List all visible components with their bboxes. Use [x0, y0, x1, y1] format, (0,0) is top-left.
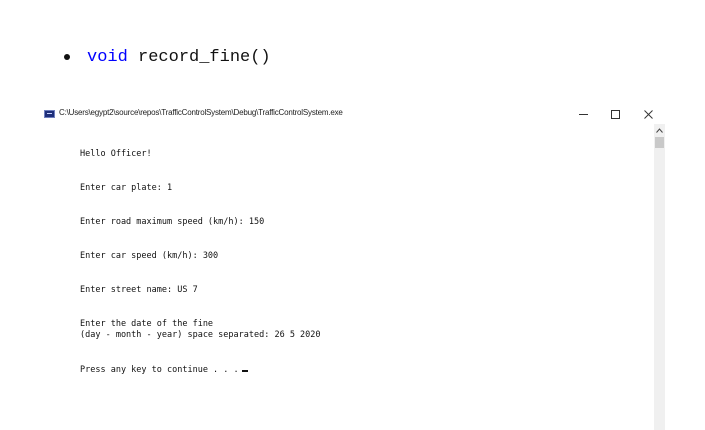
console-line: Enter street name: US 7 — [80, 285, 198, 295]
console-window: C:\Users\egypt2\source\repos\TrafficCont… — [40, 104, 665, 430]
console-line: Enter road maximum speed (km/h): 150 — [80, 217, 265, 227]
code-keyword: void — [87, 47, 128, 67]
console-line-text: Press any key to continue . . . — [80, 365, 239, 375]
minimize-button[interactable] — [568, 104, 598, 124]
close-button[interactable] — [633, 104, 663, 124]
text-cursor — [241, 370, 248, 372]
maximize-icon — [610, 109, 620, 119]
minimize-icon — [578, 113, 588, 115]
console-app-icon — [44, 110, 55, 118]
scrollbar-thumb[interactable] — [655, 137, 664, 148]
close-icon — [643, 109, 653, 119]
window-title: C:\Users\egypt2\source\repos\TrafficCont… — [59, 108, 343, 117]
console-output[interactable]: Hello Officer! Enter car plate: 1 Enter … — [40, 124, 654, 430]
console-prompt-line: Press any key to continue . . . — [80, 365, 248, 375]
console-title-bar[interactable]: C:\Users\egypt2\source\repos\TrafficCont… — [40, 104, 665, 124]
vertical-scrollbar[interactable] — [654, 124, 665, 430]
console-line: Hello Officer! — [80, 149, 152, 159]
scroll-up-button[interactable] — [654, 124, 665, 136]
document-bullet-item: void record_fine() — [64, 45, 271, 69]
console-line: (day - month - year) space separated: 26… — [80, 330, 321, 340]
maximize-button[interactable] — [600, 104, 630, 124]
console-line: Enter the date of the fine — [80, 319, 214, 329]
bullet-dot — [64, 54, 70, 60]
console-line: Enter car speed (km/h): 300 — [80, 251, 219, 261]
chevron-up-icon — [656, 127, 663, 133]
console-line: Enter car plate: 1 — [80, 183, 173, 193]
code-function-signature: record_fine() — [127, 47, 271, 67]
